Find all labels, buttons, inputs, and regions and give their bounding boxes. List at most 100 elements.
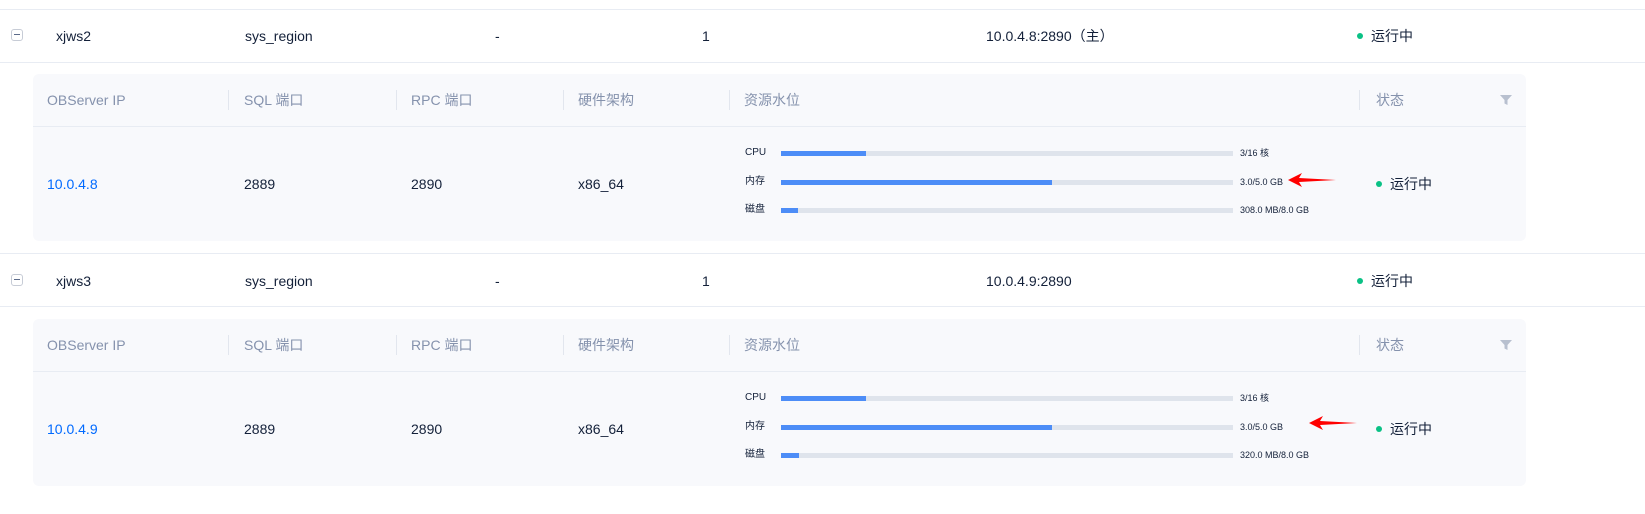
column-separator (729, 90, 730, 110)
usage-bar-fill (781, 179, 1053, 185)
usage-bar-fill (781, 151, 866, 156)
zone-status-text: 运行中 (1371, 273, 1413, 289)
header-sql-port: SQL 端口 (244, 92, 304, 108)
header-ip: OBServer IP (47, 92, 126, 108)
hardware-arch: x86_64 (578, 176, 624, 192)
usage-bar (781, 424, 1233, 430)
filter-icon[interactable] (1500, 95, 1512, 105)
resource-value: 320.0 MB/8.0 GB (1240, 450, 1310, 460)
sql-port: 2889 (244, 176, 276, 192)
column-separator (563, 335, 564, 355)
zone-status-text: 运行中 (1371, 28, 1413, 44)
header-ip: OBServer IP (47, 337, 126, 353)
server-row: 10.0.4.9 2889 2890 x86_64 CPU 3/16 核 内存 … (33, 372, 1526, 486)
column-separator (1359, 335, 1360, 355)
header-rpc-port: RPC 端口 (411, 337, 473, 353)
header-resource: 资源水位 (744, 337, 800, 353)
resource-cpu: CPU 3/16 核 (745, 146, 1365, 175)
red-arrow-annotation-icon (1288, 173, 1336, 187)
column-separator (563, 90, 564, 110)
usage-bar-fill (781, 208, 798, 213)
status-dot-icon (1357, 33, 1363, 40)
zone-root-server: 10.0.4.9:2890 (986, 273, 1072, 289)
header-arch: 硬件架构 (578, 337, 634, 353)
server-ip-link[interactable]: 10.0.4.9 (47, 372, 98, 486)
resource-value: 3/16 核 (1240, 148, 1270, 158)
usage-bar (781, 208, 1233, 213)
red-arrow-annotation-icon (1309, 416, 1357, 430)
rpc-port: 2890 (411, 421, 443, 437)
resource-disk: 磁盘 308.0 MB/8.0 GB (745, 203, 1365, 232)
column-separator (228, 335, 229, 355)
resource-value: 308.0 MB/8.0 GB (1240, 205, 1310, 215)
resource-value: 3/16 核 (1240, 393, 1270, 403)
usage-bar (781, 151, 1233, 156)
server-ip-link[interactable]: 10.0.4.8 (47, 127, 98, 241)
header-sql-port: SQL 端口 (244, 337, 304, 353)
column-separator (396, 335, 397, 355)
resource-disk: 磁盘 320.0 MB/8.0 GB (745, 448, 1365, 477)
resource-usage: CPU 3/16 核 内存 3.0/5.0 GB 磁盘 308.0 MB/8.0… (745, 146, 1365, 232)
header-status: 状态 (1376, 92, 1404, 108)
resource-label: CPU (745, 392, 767, 403)
zone-name: xjws3 (56, 273, 92, 289)
usage-bar (781, 396, 1233, 401)
resource-usage: CPU 3/16 核 内存 3.0/5.0 GB 磁盘 320.0 MB/8.0… (745, 391, 1365, 477)
zone-server-count: 1 (702, 28, 710, 44)
zone-region: sys_region (245, 273, 313, 289)
hardware-arch: x86_64 (578, 421, 624, 437)
rpc-port: 2890 (411, 176, 443, 192)
zone-status: 运行中 (1357, 255, 1413, 307)
column-separator (1359, 90, 1360, 110)
usage-bar-fill (781, 453, 799, 458)
usage-bar-fill (781, 424, 1053, 430)
column-separator (729, 335, 730, 355)
server-table: OBServer IP SQL 端口 RPC 端口 硬件架构 资源水位 状态 1… (33, 319, 1526, 486)
usage-bar-fill (781, 396, 866, 401)
status-dot-icon (1376, 181, 1382, 188)
resource-label: 磁盘 (745, 204, 765, 215)
server-status: 运行中 (1376, 127, 1432, 241)
server-table-header: OBServer IP SQL 端口 RPC 端口 硬件架构 资源水位 状态 (33, 319, 1526, 372)
zone-root-server: 10.0.4.8:2890（主） (986, 28, 1114, 44)
resource-value: 3.0/5.0 GB (1240, 176, 1284, 187)
header-status: 状态 (1376, 337, 1404, 353)
server-status-text: 运行中 (1390, 421, 1432, 437)
server-table-header: OBServer IP SQL 端口 RPC 端口 硬件架构 资源水位 状态 (33, 74, 1526, 127)
header-resource: 资源水位 (744, 92, 800, 108)
server-status-text: 运行中 (1390, 176, 1432, 192)
usage-bar (781, 453, 1233, 458)
resource-label: CPU (745, 147, 767, 158)
filter-icon[interactable] (1500, 340, 1512, 350)
resource-label: 内存 (745, 420, 765, 432)
status-dot-icon (1376, 426, 1382, 433)
usage-bar (781, 179, 1233, 185)
zone-row[interactable]: xjws3 sys_region - 1 10.0.4.9:2890 运行中 (0, 255, 1645, 307)
zone-idc: - (495, 273, 500, 289)
status-dot-icon (1357, 278, 1363, 285)
collapse-toggle-icon[interactable] (11, 274, 23, 286)
zone-name: xjws2 (56, 28, 92, 44)
server-table: OBServer IP SQL 端口 RPC 端口 硬件架构 资源水位 状态 1… (33, 74, 1526, 241)
collapse-toggle-icon[interactable] (11, 29, 23, 41)
resource-cpu: CPU 3/16 核 (745, 391, 1365, 420)
resource-label: 磁盘 (745, 449, 765, 460)
header-rpc-port: RPC 端口 (411, 92, 473, 108)
divider (0, 62, 1645, 63)
divider (0, 253, 1645, 254)
resource-value: 3.0/5.0 GB (1240, 421, 1284, 432)
column-separator (396, 90, 397, 110)
server-status: 运行中 (1376, 372, 1432, 486)
resource-label: 内存 (745, 175, 765, 187)
zone-server-count: 1 (702, 273, 710, 289)
divider (0, 306, 1645, 307)
zone-region: sys_region (245, 28, 313, 44)
zone-status: 运行中 (1357, 10, 1413, 62)
zone-idc: - (495, 28, 500, 44)
resource-memory: 内存 3.0/5.0 GB (745, 175, 1365, 204)
resource-memory: 内存 3.0/5.0 GB (745, 420, 1365, 449)
column-separator (228, 90, 229, 110)
zone-row[interactable]: xjws2 sys_region - 1 10.0.4.8:2890（主） 运行… (0, 10, 1645, 62)
sql-port: 2889 (244, 421, 276, 437)
header-arch: 硬件架构 (578, 92, 634, 108)
